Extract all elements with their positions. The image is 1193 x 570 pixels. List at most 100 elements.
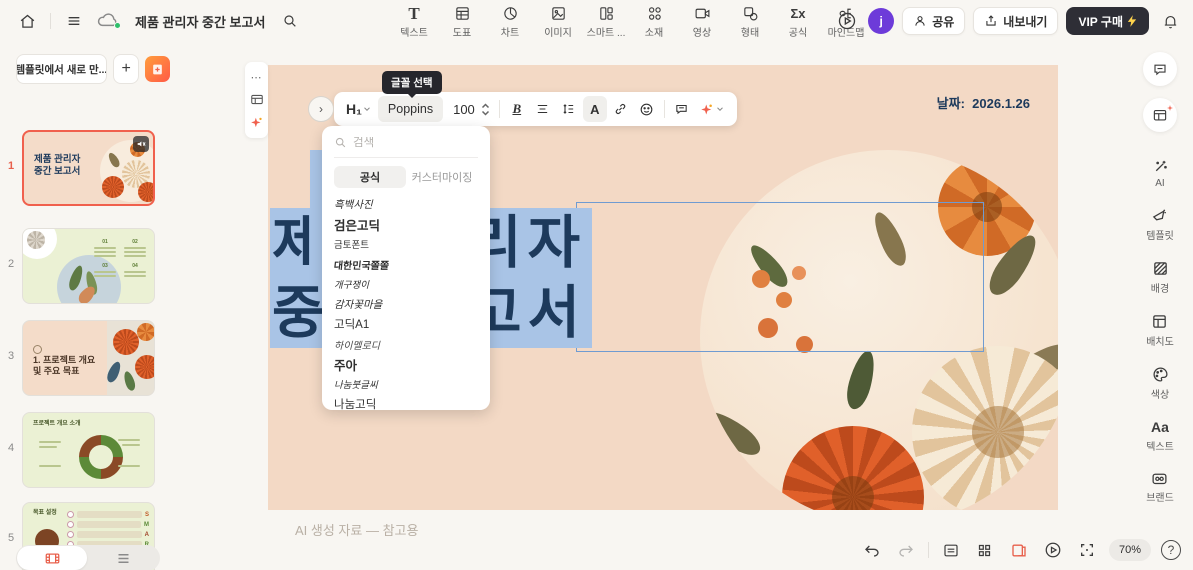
text-color-button[interactable]: A xyxy=(582,96,607,122)
image-icon xyxy=(551,7,565,20)
comment-button[interactable] xyxy=(670,96,694,122)
saved-indicator-dot xyxy=(114,22,121,29)
add-slide-button[interactable]: + xyxy=(112,54,140,84)
main-menu-button[interactable] xyxy=(61,8,87,34)
tool-video[interactable]: 영상 xyxy=(681,3,723,39)
tool-chart[interactable]: 차트 xyxy=(489,3,531,39)
slide-date: 날짜: 2026.1.26 xyxy=(936,96,1030,111)
tool-image[interactable]: 이미지 xyxy=(537,3,579,39)
share-button[interactable]: 공유 xyxy=(902,7,966,35)
new-from-template-button[interactable]: 템플릿에서 새로 만... xyxy=(16,54,107,84)
comments-panel-button[interactable] xyxy=(1143,52,1177,86)
font-option[interactable]: 감자꽃마을 xyxy=(334,294,478,314)
help-button[interactable]: ? xyxy=(1161,540,1181,560)
font-select-tooltip: 글꼴 선택 xyxy=(382,71,442,98)
sidebar-item-color[interactable]: 색상 xyxy=(1151,366,1169,401)
list-view-button[interactable] xyxy=(87,552,160,565)
emoji-button[interactable] xyxy=(635,96,659,122)
header-divider xyxy=(50,13,51,29)
slide-thumbnail-3[interactable]: 1. 프로젝트 개요 및 주요 목표 xyxy=(22,320,155,396)
tool-formula[interactable]: Σx 공식 xyxy=(777,3,819,39)
tool-text[interactable]: T 텍스트 xyxy=(393,3,435,39)
bold-button[interactable]: B xyxy=(505,96,529,122)
zoom-level[interactable]: 70% xyxy=(1108,539,1151,561)
slide-thumbnail-4[interactable]: 프로젝트 개요 소개 xyxy=(22,412,155,488)
slide-number: 3 xyxy=(7,350,15,362)
more-options-button[interactable]: ⋯ xyxy=(251,68,263,86)
font-option[interactable]: 나눔고딕 xyxy=(334,394,478,410)
ai-assist-button[interactable] xyxy=(250,114,264,132)
save-status xyxy=(97,11,121,31)
font-option[interactable]: 나눔붓글씨 xyxy=(334,374,478,394)
ai-layout-button[interactable] xyxy=(1143,98,1177,132)
tool-smart[interactable]: 스마트 ... xyxy=(585,3,627,39)
mute-badge[interactable] xyxy=(133,136,149,152)
align-center-icon xyxy=(538,104,548,114)
video-icon xyxy=(695,8,709,19)
avatar[interactable]: j xyxy=(868,8,895,34)
slide-view-button[interactable] xyxy=(1007,538,1031,562)
sidebar-item-brand[interactable]: 브랜드 xyxy=(1146,471,1174,504)
tool-elements[interactable]: 소재 xyxy=(633,3,675,39)
tab-official[interactable]: 공식 xyxy=(334,166,406,188)
play-slideshow-button[interactable] xyxy=(1041,538,1065,562)
tool-table[interactable]: 도표 xyxy=(441,3,483,39)
font-dropdown: 공식 커스터마이징 흑백사진 검은고딕 금토폰트 대한민국쫄쫄 개구쟁이 감자꽃… xyxy=(322,126,490,410)
heading-style-button[interactable]: H₁ xyxy=(342,96,376,122)
sparkle-icon xyxy=(250,117,262,127)
font-family-button[interactable]: Poppins xyxy=(377,96,444,122)
font-option[interactable]: 금토폰트 xyxy=(334,234,478,254)
layout-panel-button[interactable] xyxy=(250,91,264,109)
toolbar-collapse-button[interactable]: › xyxy=(308,96,334,122)
lightning-icon xyxy=(1127,15,1137,27)
slide-view-icon xyxy=(1012,544,1026,556)
font-size-value[interactable]: 100 xyxy=(445,102,477,117)
notifications-button[interactable] xyxy=(1157,8,1183,34)
vip-purchase-button[interactable]: VIP 구매 xyxy=(1066,7,1149,35)
redo-button[interactable] xyxy=(894,538,918,562)
sidebar-item-ai[interactable]: AI xyxy=(1152,158,1169,189)
slide-thumbnail-2[interactable]: 01 02 03 04 xyxy=(22,228,155,304)
search-title-button[interactable] xyxy=(277,8,303,34)
notes-button[interactable] xyxy=(939,538,963,562)
line-spacing-button[interactable] xyxy=(557,96,581,122)
font-size-stepper[interactable] xyxy=(479,102,494,116)
layout-icon xyxy=(250,95,263,105)
sidebar-item-background[interactable]: 배경 xyxy=(1151,260,1169,295)
filmstrip-view-button[interactable] xyxy=(17,546,87,570)
document-title[interactable]: 제품 관리자 중간 보고서 xyxy=(135,12,265,31)
sidebar-item-templates[interactable]: 템플릿 xyxy=(1146,207,1174,242)
font-search[interactable] xyxy=(334,136,478,158)
font-option[interactable]: 하이멜로디 xyxy=(334,334,478,354)
present-button[interactable] xyxy=(834,8,860,34)
font-option[interactable]: 검은고딕 xyxy=(334,214,478,234)
link-icon xyxy=(616,103,626,115)
undo-button[interactable] xyxy=(860,538,884,562)
font-list: 흑백사진 검은고딕 금토폰트 대한민국쫄쫄 개구쟁이 감자꽃마을 고딕A1 하이… xyxy=(333,194,479,411)
align-button[interactable] xyxy=(531,96,555,122)
font-search-input[interactable] xyxy=(353,136,463,149)
font-option[interactable]: 개구쟁이 xyxy=(334,274,478,294)
home-button[interactable] xyxy=(14,8,40,34)
muted-speaker-icon xyxy=(137,141,146,147)
line-spacing-icon xyxy=(563,104,574,114)
export-button[interactable]: 내보내기 xyxy=(973,7,1059,35)
font-option[interactable]: 고딕A1 xyxy=(334,314,478,334)
font-option[interactable]: 흑백사진 xyxy=(334,194,478,214)
fullscreen-button[interactable] xyxy=(1075,538,1099,562)
palette-icon xyxy=(1152,367,1168,382)
ai-writer-button[interactable] xyxy=(696,96,729,122)
grid-view-button[interactable] xyxy=(973,538,997,562)
slide-number: 1 xyxy=(7,160,15,172)
font-option[interactable]: 대한민국쫄쫄 xyxy=(333,254,479,274)
slide-thumbnail-1[interactable]: 제품 관리자 중간 보고서 xyxy=(22,130,155,206)
ai-document-button[interactable] xyxy=(145,56,170,82)
tool-shape[interactable]: 형태 xyxy=(729,3,771,39)
link-button[interactable] xyxy=(609,96,633,122)
sidebar-item-layout[interactable]: 배치도 xyxy=(1146,313,1174,348)
home-icon xyxy=(20,14,34,28)
sidebar-item-text[interactable]: Aa 텍스트 xyxy=(1146,419,1174,453)
tab-custom[interactable]: 커스터마이징 xyxy=(406,166,478,188)
selected-textbox[interactable] xyxy=(571,202,984,352)
font-option[interactable]: 주아 xyxy=(334,354,478,374)
